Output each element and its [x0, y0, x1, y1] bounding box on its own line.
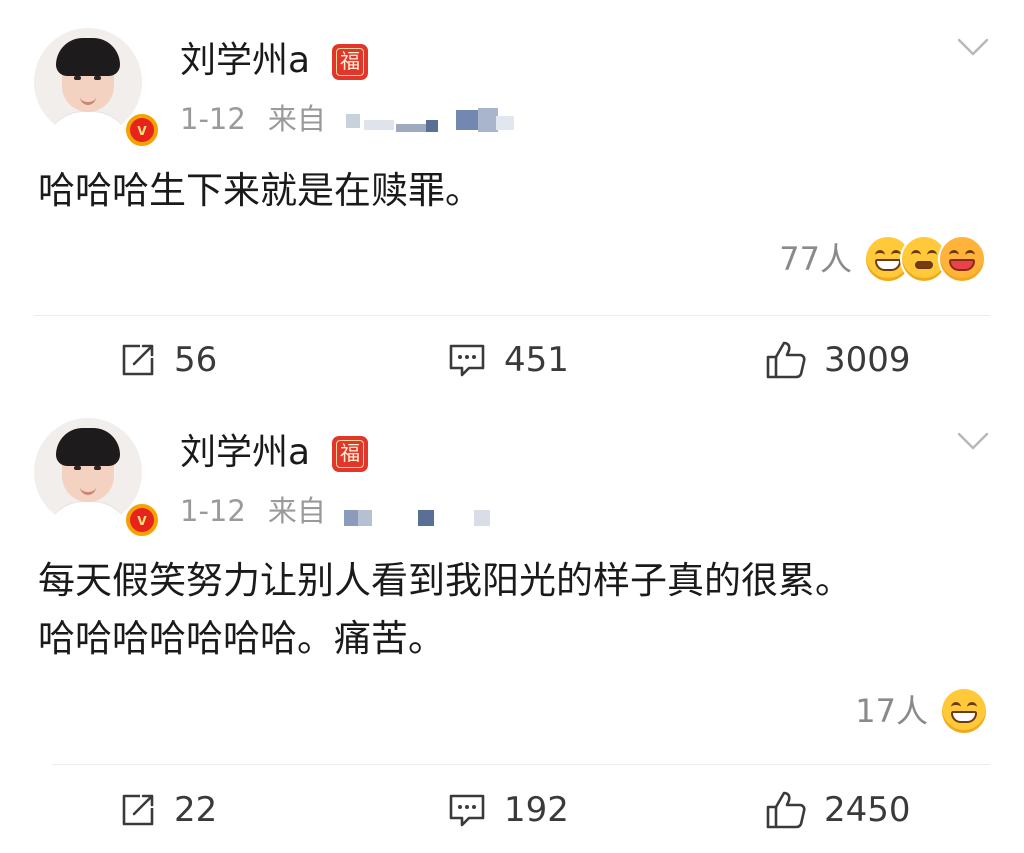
- comment-count: 451: [504, 340, 569, 380]
- post-date: 1-12: [180, 102, 246, 136]
- comment-count: 192: [504, 790, 569, 830]
- post-text-line: 每天假笑努力让别人看到我阳光的样子真的很累。: [38, 559, 852, 602]
- hug-emoji-icon: [938, 235, 986, 283]
- comment-button[interactable]: 192: [446, 788, 569, 832]
- reaction-count: 17人: [855, 692, 928, 730]
- like-button[interactable]: 2450: [764, 788, 911, 832]
- repost-button[interactable]: 22: [118, 788, 217, 832]
- verified-badge-glyph: v: [130, 508, 154, 532]
- avatar[interactable]: v: [34, 28, 160, 148]
- reaction-summary[interactable]: 17人: [855, 686, 986, 736]
- post-text: 哈哈哈生下来就是在赎罪。: [38, 162, 482, 220]
- repost-icon: [122, 344, 154, 376]
- post-text: 每天假笑努力让别人看到我阳光的样子真的很累。 哈哈哈哈哈哈哈。痛苦。: [38, 552, 852, 668]
- fu-badge-label: 福: [336, 48, 364, 76]
- weibo-post: v 刘学州a 福 1-12 来自 每天假笑努力让别人看到我阳光的样子真的很累。 哈…: [0, 400, 1024, 853]
- like-count: 3009: [824, 340, 911, 380]
- thumbs-up-icon: [766, 791, 806, 829]
- comment-icon: [449, 794, 485, 827]
- verified-badge-icon: v: [124, 502, 160, 538]
- blurred-source: [330, 108, 520, 134]
- post-date: 1-12: [180, 494, 246, 528]
- comment-icon: [449, 344, 485, 377]
- repost-icon: [122, 794, 154, 826]
- laugh-emoji-icon: [942, 689, 986, 733]
- blurred-source: [340, 500, 500, 526]
- avatar[interactable]: v: [34, 418, 160, 538]
- username[interactable]: 刘学州a: [180, 38, 310, 84]
- reaction-count: 77人: [779, 240, 852, 278]
- comment-button[interactable]: 451: [446, 338, 569, 382]
- like-button[interactable]: 3009: [764, 338, 911, 382]
- post-meta: 1-12 来自: [180, 492, 326, 530]
- fu-badge-label: 福: [336, 440, 364, 468]
- like-count: 2450: [824, 790, 911, 830]
- reaction-summary[interactable]: 77人: [779, 234, 986, 284]
- username[interactable]: 刘学州a: [180, 430, 310, 476]
- verified-badge-icon: v: [124, 112, 160, 148]
- repost-count: 56: [174, 340, 218, 380]
- post-meta: 1-12 来自: [180, 100, 326, 138]
- post-source-prefix: 来自: [267, 494, 326, 528]
- divider: [52, 764, 990, 765]
- post-source-prefix: 来自: [267, 102, 326, 136]
- fu-badge-icon: 福: [332, 436, 368, 472]
- fu-badge-icon: 福: [332, 44, 368, 80]
- chevron-down-icon[interactable]: [956, 430, 990, 452]
- thumbs-up-icon: [766, 341, 806, 379]
- chevron-down-icon[interactable]: [956, 36, 990, 58]
- divider: [34, 315, 990, 316]
- post-text-line: 哈哈哈哈哈哈哈。痛苦。: [38, 617, 445, 660]
- verified-badge-glyph: v: [130, 118, 154, 142]
- repost-count: 22: [174, 790, 218, 830]
- post-text-line: 哈哈哈生下来就是在赎罪。: [38, 169, 482, 212]
- repost-button[interactable]: 56: [118, 338, 217, 382]
- weibo-post: v 刘学州a 福 1-12 来自 哈哈哈生下来就是在赎罪。 77人 56 451…: [0, 0, 1024, 400]
